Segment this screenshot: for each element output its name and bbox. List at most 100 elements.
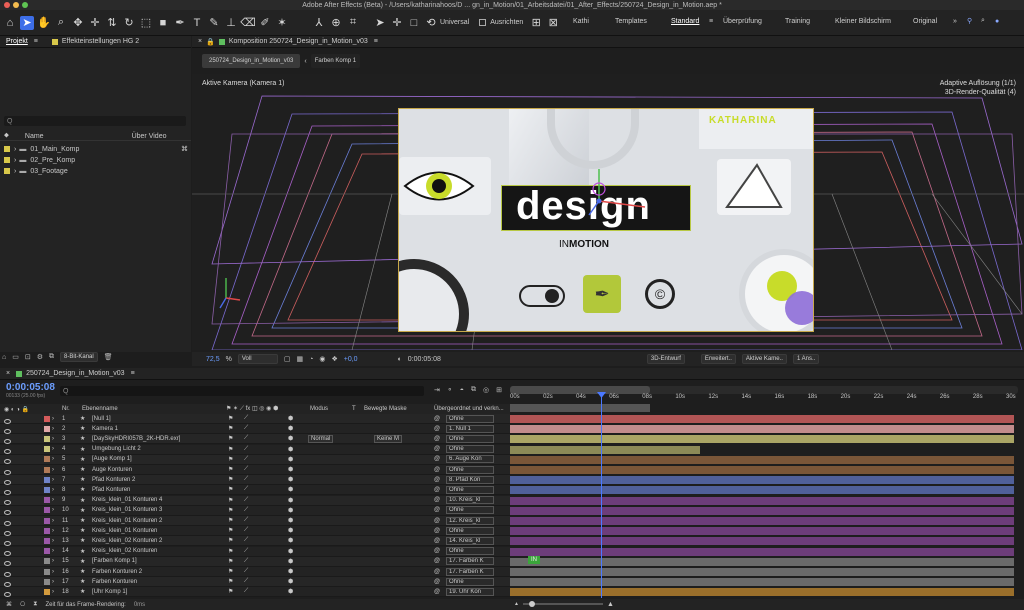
comp-lock-icon[interactable]: 🔒: [206, 38, 215, 46]
twirl-icon[interactable]: ›: [52, 579, 54, 585]
layer-name[interactable]: Auge Konturen: [92, 467, 132, 473]
breadcrumb-main-comp[interactable]: 250724_Design_in_Motion_v03: [202, 54, 301, 68]
timeline-zoom-slider[interactable]: ▲ ▲: [514, 601, 634, 608]
shy-switch-icon[interactable]: ⚑: [228, 568, 233, 575]
effects-tab[interactable]: Effekteinstellungen HG 2: [62, 38, 139, 45]
bit-depth-button[interactable]: 8-Bit-Kanal: [60, 352, 98, 362]
pickwhip-icon[interactable]: @: [434, 456, 440, 462]
quality-switch-icon[interactable]: ⟋: [244, 466, 248, 473]
3d-layer-switch-icon[interactable]: ⬢: [288, 425, 293, 432]
twirl-icon[interactable]: ›: [52, 518, 54, 524]
3d-layer-switch-icon[interactable]: ⬢: [288, 507, 293, 514]
camera-universal-icon[interactable]: ⟲: [424, 16, 438, 30]
zoom-window-icon[interactable]: [22, 2, 28, 8]
layer-name[interactable]: Umgebung Licht 2: [92, 446, 141, 452]
parent-select[interactable]: 12. Kreis_kl: [446, 516, 494, 525]
roto-tool-icon[interactable]: ✐: [258, 16, 272, 30]
label-color-icon[interactable]: [44, 435, 50, 442]
project-item[interactable]: › ▬ 02_Pre_Komp: [4, 155, 190, 165]
pickwhip-icon[interactable]: @: [434, 548, 440, 554]
shy-switch-icon[interactable]: ⚑: [228, 548, 233, 555]
3d-layer-switch-icon[interactable]: ⬢: [288, 435, 293, 442]
twirl-icon[interactable]: ›: [52, 569, 54, 575]
quality-switch-icon[interactable]: ⟋: [244, 415, 248, 422]
pickwhip-icon[interactable]: @: [434, 558, 440, 564]
twirl-icon[interactable]: ›: [52, 467, 54, 473]
twirl-icon[interactable]: ›: [52, 456, 54, 462]
draft-3d-toggle-icon[interactable]: ⚬: [447, 386, 453, 394]
toggle-switches-icon[interactable]: ⌘: [6, 601, 12, 608]
renderer-select[interactable]: Erweitert..: [700, 354, 736, 364]
layer-row[interactable]: › 8 ★ Pfad Konturen ⚑ ⟋ ⬢ @ Ohne: [0, 485, 510, 496]
layer-name[interactable]: [Null 1]: [92, 416, 111, 422]
exposure-value[interactable]: +0,0: [344, 356, 358, 363]
twirl-icon[interactable]: ›: [52, 558, 54, 564]
layer-duration-bar[interactable]: [510, 496, 1014, 505]
workspace-standard[interactable]: Standard: [671, 18, 709, 25]
layer-duration-bar[interactable]: [510, 476, 1014, 485]
rotate-tool-icon[interactable]: ↻: [122, 16, 136, 30]
shy-switch-icon[interactable]: ⚑: [228, 456, 233, 463]
toggle-modes-icon[interactable]: ⎔: [20, 601, 25, 608]
t-column[interactable]: T: [352, 406, 356, 412]
pickwhip-icon[interactable]: @: [434, 579, 440, 585]
motion-blur-icon[interactable]: ◎: [483, 386, 489, 394]
3d-layer-switch-icon[interactable]: ⬢: [288, 568, 293, 575]
snap-mode-icon[interactable]: ⊠: [546, 16, 560, 30]
shy-switch-icon[interactable]: ⚑: [228, 558, 233, 565]
time-ruler[interactable]: 00s 02s 04s 06s 08s 10s 12s 14s 16s 18s 20s 22s 24s 2…: [510, 394, 1018, 404]
label-color-icon[interactable]: [44, 568, 50, 575]
quality-switch-icon[interactable]: ⟋: [244, 548, 248, 555]
layer-name[interactable]: Farben Konturen 2: [92, 569, 142, 575]
pickwhip-icon[interactable]: @: [434, 569, 440, 575]
close-tab-icon[interactable]: ×: [198, 38, 202, 45]
label-color-icon[interactable]: [44, 517, 50, 524]
camera-move-icon[interactable]: ✛: [390, 16, 404, 30]
layer-duration-bar[interactable]: [510, 415, 1014, 423]
label-color-icon[interactable]: [44, 425, 50, 432]
uber-video-column-header[interactable]: Über Video: [132, 133, 167, 140]
layer-name[interactable]: [Uhr Komp 1]: [92, 589, 127, 595]
twirl-icon[interactable]: ›: [52, 487, 54, 493]
parent-select[interactable]: 17. Farben K: [446, 567, 494, 576]
layer-duration-bar[interactable]: [510, 445, 700, 454]
layer-duration-bar[interactable]: [510, 425, 1014, 434]
view-axis-icon[interactable]: ⌗: [346, 16, 360, 30]
pickwhip-icon[interactable]: @: [434, 426, 440, 432]
label-color-icon[interactable]: [44, 548, 50, 555]
timeline-menu-icon[interactable]: ≡: [131, 370, 135, 377]
project-item[interactable]: › ▬ 01_Main_Komp ⌘: [4, 144, 190, 154]
brush-tool-icon[interactable]: ✎: [207, 16, 221, 30]
label-color-icon[interactable]: [44, 446, 50, 453]
project-item[interactable]: › ▬ 03_Footage: [4, 166, 190, 176]
pickwhip-icon[interactable]: @: [434, 467, 440, 473]
align-label[interactable]: Ausrichten: [490, 19, 523, 26]
shy-switch-icon[interactable]: ⚑: [228, 588, 233, 595]
shy-switch-icon[interactable]: ⚑: [228, 466, 233, 473]
parent-select[interactable]: Ohne: [446, 506, 494, 515]
shy-switch-icon[interactable]: ⚑: [228, 486, 233, 493]
shape-tool-icon[interactable]: ■: [156, 16, 170, 30]
local-axis-icon[interactable]: ⅄: [312, 16, 326, 30]
transparency-icon[interactable]: ▦: [296, 355, 303, 363]
parent-column[interactable]: Übergeordnet und verkn...: [434, 406, 504, 412]
zoom-slider-track[interactable]: [522, 601, 603, 607]
3d-layer-switch-icon[interactable]: ⬢: [288, 548, 293, 555]
3d-layer-switch-icon[interactable]: ⬢: [288, 588, 293, 595]
workspace-training[interactable]: Training: [785, 18, 835, 25]
parent-select[interactable]: 19. Uhr Kon: [446, 587, 494, 596]
in-marker[interactable]: IN: [528, 556, 540, 564]
layer-duration-bar[interactable]: [510, 466, 1014, 474]
layer-row[interactable]: › 16 ★ Farben Konturen 2 ⚑ ⟋ ⬢ @17. Farben K: [0, 567, 510, 577]
shy-switch-icon[interactable]: ⚑: [228, 497, 233, 504]
layer-name[interactable]: Pfad Konturen 2: [92, 477, 135, 483]
close-timeline-icon[interactable]: ×: [6, 370, 10, 377]
camera-select-icon[interactable]: ➤: [373, 16, 387, 30]
layer-duration-bar[interactable]: [510, 568, 1014, 576]
new-folder-icon[interactable]: ▭: [12, 353, 19, 361]
layer-row[interactable]: › 1 ★ [Null 1] ⚑ ⟋ ⬢ @ Ohne: [0, 414, 510, 424]
label-color-icon[interactable]: [44, 415, 50, 422]
label-color-icon[interactable]: [44, 456, 50, 463]
channel-icon[interactable]: ◉: [319, 355, 325, 363]
project-search-input[interactable]: Q: [4, 116, 186, 126]
